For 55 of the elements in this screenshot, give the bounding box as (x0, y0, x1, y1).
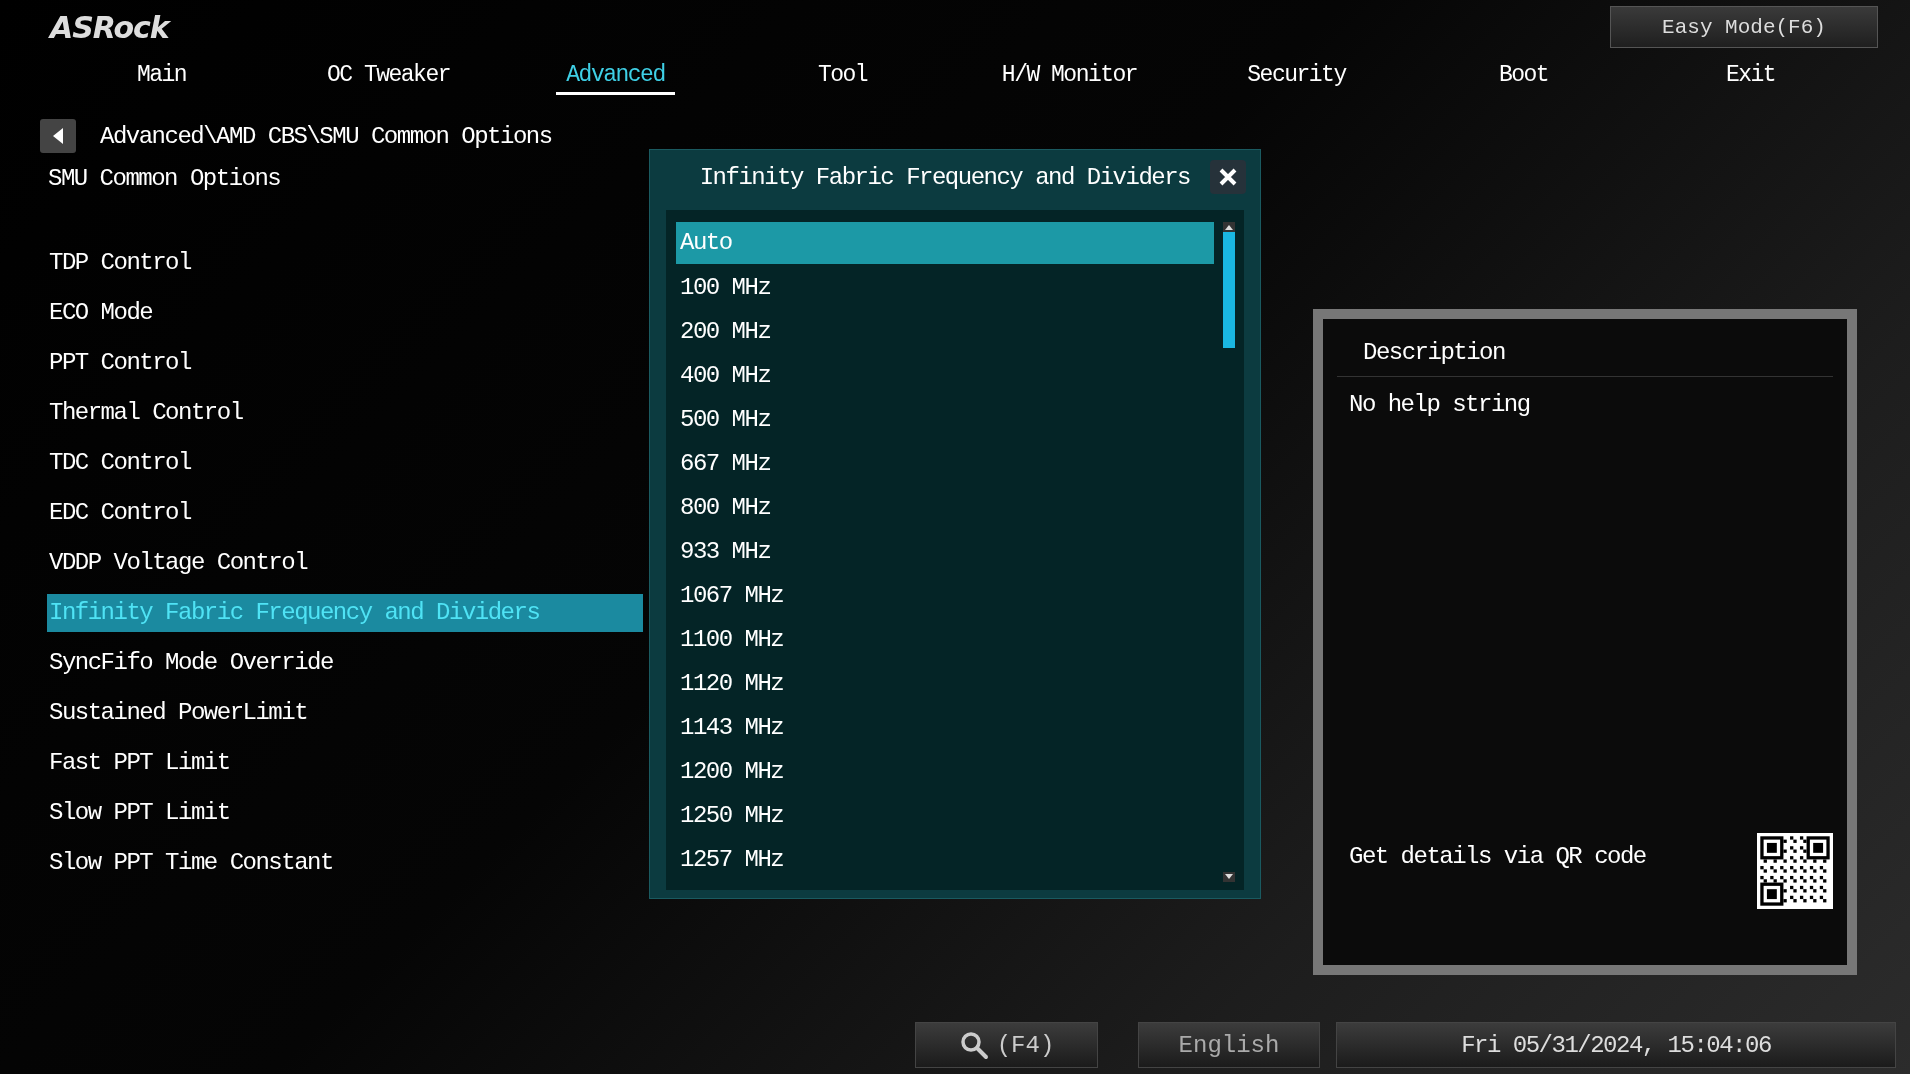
breadcrumb: Advanced\AMD CBS\SMU Common Options (100, 122, 552, 150)
back-button[interactable] (40, 119, 76, 153)
option-item[interactable]: 100 MHz (676, 266, 1214, 310)
qr-code-icon (1757, 833, 1833, 909)
menu-item[interactable]: ECO Mode (47, 294, 643, 344)
menu-item[interactable]: Thermal Control (47, 394, 643, 444)
menu-item[interactable]: TDC Control (47, 444, 643, 494)
option-item[interactable]: 1067 MHz (676, 574, 1214, 618)
logo: ASRock (50, 10, 169, 45)
option-item[interactable]: 667 MHz (676, 442, 1214, 486)
tab[interactable]: Advanced (556, 62, 675, 95)
scrollbar[interactable] (1222, 222, 1236, 882)
close-button[interactable] (1210, 160, 1246, 194)
option-item[interactable]: 1100 MHz (676, 618, 1214, 662)
help-text: No help string (1348, 390, 1531, 418)
easy-mode-button[interactable]: Easy Mode(F6) (1610, 6, 1878, 48)
scroll-down-icon[interactable] (1223, 872, 1235, 882)
search-icon (958, 1030, 989, 1060)
menu-item[interactable]: Sustained PowerLimit (47, 694, 643, 744)
option-item[interactable]: 1200 MHz (676, 750, 1214, 794)
tab[interactable]: Tool (807, 62, 878, 95)
option-item[interactable]: 1143 MHz (676, 706, 1214, 750)
close-icon (1219, 168, 1237, 186)
menu-item[interactable]: Fast PPT Limit (47, 744, 643, 794)
description-title: Description (1337, 333, 1833, 377)
menu-item[interactable]: TDP Control (47, 244, 643, 294)
tab[interactable]: Boot (1488, 62, 1559, 95)
search-button[interactable]: (F4) (915, 1022, 1098, 1068)
tab[interactable]: OC Tweaker (317, 62, 460, 95)
dialog-title: Infinity Fabric Frequency and Dividers (699, 163, 1190, 191)
menu-item[interactable]: PPT Control (47, 344, 643, 394)
option-item[interactable]: 800 MHz (676, 486, 1214, 530)
menu-item[interactable]: Slow PPT Time Constant (47, 844, 643, 894)
option-item[interactable]: 933 MHz (676, 530, 1214, 574)
tab[interactable]: H/W Monitor (991, 62, 1148, 95)
option-item[interactable]: 200 MHz (676, 310, 1214, 354)
menu-item[interactable]: SyncFifo Mode Override (47, 644, 643, 694)
menu-item[interactable]: VDDP Voltage Control (47, 544, 643, 594)
scroll-up-icon[interactable] (1223, 222, 1235, 232)
date-time: Fri 05/31/2024, 15:04:06 (1336, 1022, 1896, 1068)
tab[interactable]: Exit (1715, 62, 1786, 95)
menu-item[interactable]: Slow PPT Limit (47, 794, 643, 844)
qr-label: Get details via QR code (1349, 843, 1646, 870)
section-title: SMU Common Options (48, 165, 282, 194)
option-item[interactable]: 500 MHz (676, 398, 1214, 442)
back-arrow-icon (51, 127, 65, 145)
language-button[interactable]: English (1138, 1022, 1320, 1068)
menu-item[interactable]: EDC Control (47, 494, 643, 544)
tab[interactable]: Security (1237, 62, 1356, 95)
tab[interactable]: Main (126, 62, 197, 95)
scroll-thumb[interactable] (1223, 232, 1235, 348)
option-item[interactable]: 1257 MHz (676, 838, 1214, 882)
option-item[interactable]: 1250 MHz (676, 794, 1214, 838)
option-item[interactable]: 400 MHz (676, 354, 1214, 398)
option-item[interactable]: 1120 MHz (676, 662, 1214, 706)
